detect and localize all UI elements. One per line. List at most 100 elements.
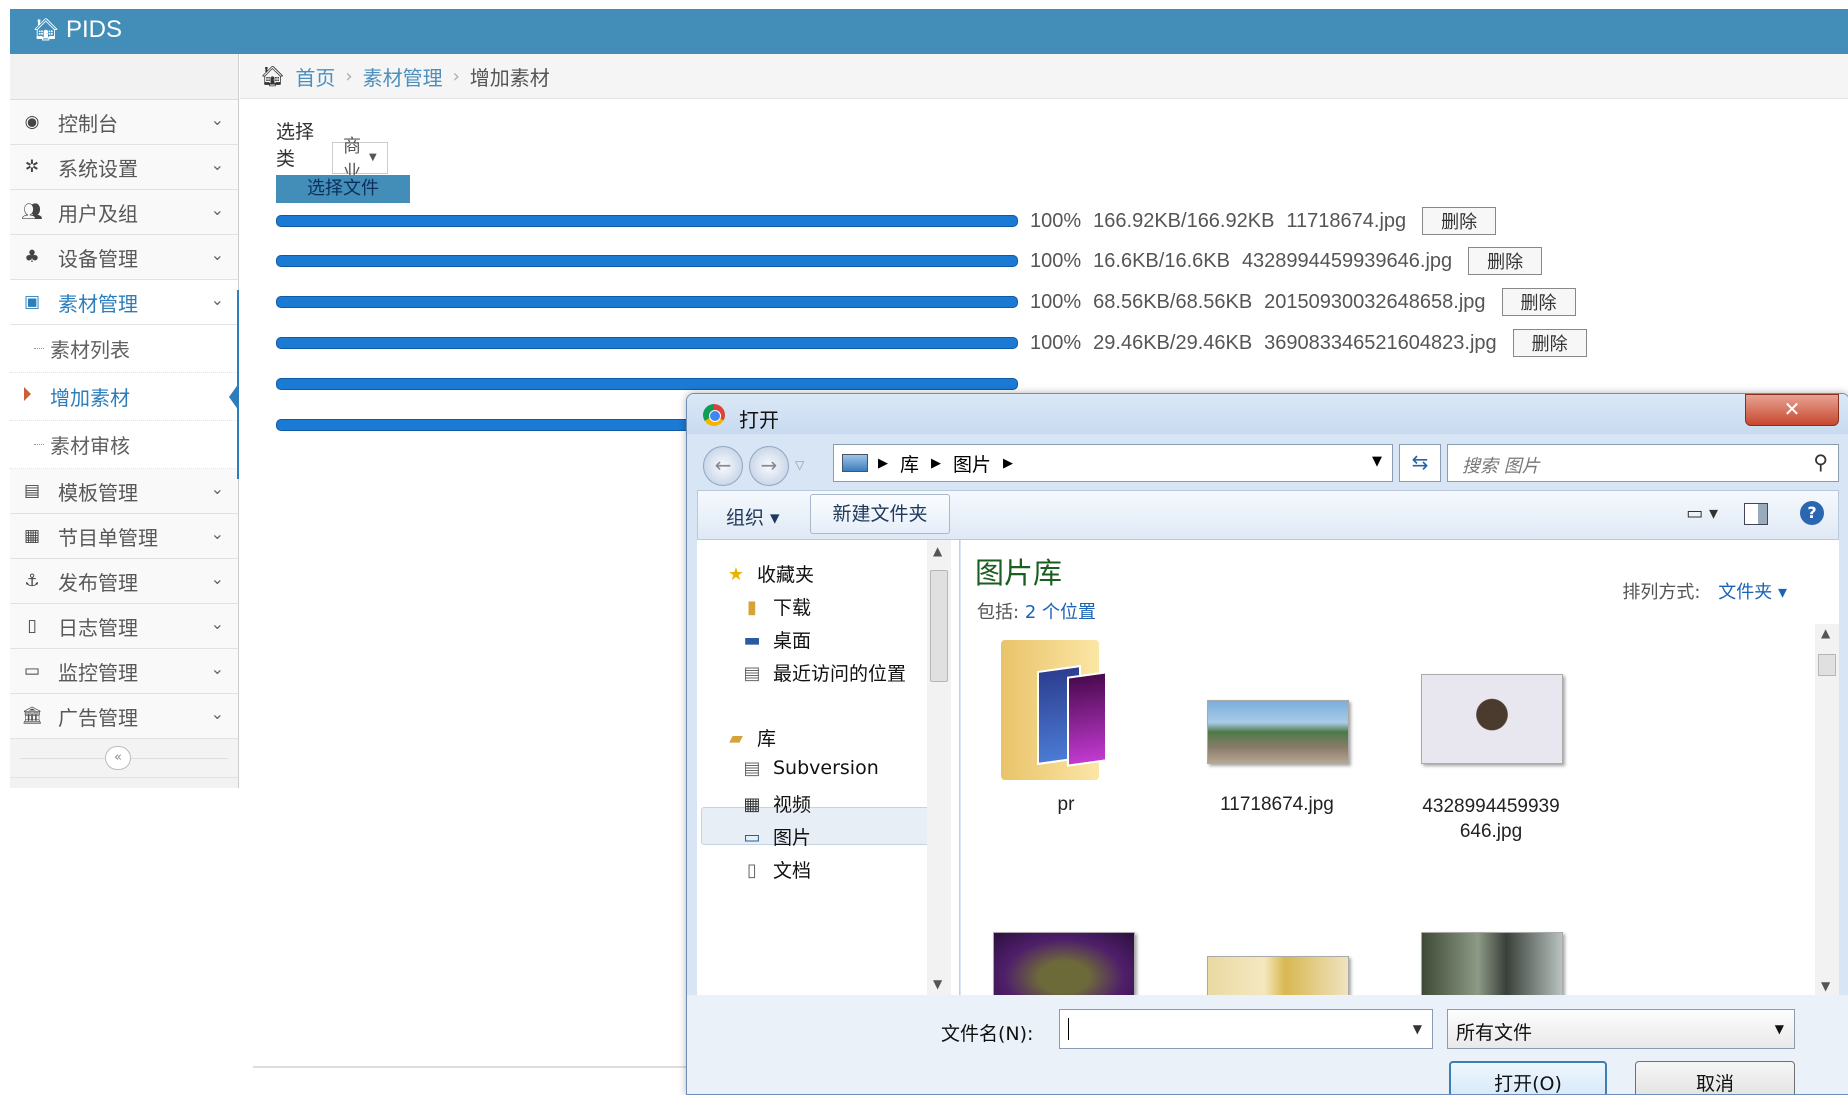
image-thumbnail[interactable]: [1207, 956, 1349, 997]
nav-downloads[interactable]: ▮ 下载: [741, 593, 811, 620]
includes-link[interactable]: 2 个位置: [1025, 602, 1096, 623]
upload-progress-bar: [276, 255, 1018, 267]
preview-pane-icon[interactable]: [1744, 503, 1768, 525]
view-options-icon[interactable]: ▭ ▾: [1686, 503, 1718, 524]
sidebar-item-label: 监控管理: [58, 660, 138, 685]
home-icon: 🏠︎: [32, 17, 60, 42]
breadcrumb-home[interactable]: 首页: [295, 62, 335, 91]
delete-button[interactable]: 删除: [1422, 207, 1497, 235]
upload-row: 100% 29.46KB/29.46KB 369083346521604823.jp…: [276, 323, 1587, 363]
nav-libraries[interactable]: ▰ 库: [725, 724, 776, 751]
upload-size: 166.92KB/166.92KB: [1093, 209, 1275, 232]
dropdown-arrow-icon[interactable]: ▼: [1372, 454, 1382, 469]
app-title: PIDS: [65, 16, 122, 43]
address-crumb[interactable]: 库: [900, 450, 919, 477]
close-button[interactable]: ✕: [1745, 394, 1839, 426]
chevron-down-icon: ⌄: [210, 290, 224, 309]
address-row: ← → ▽ ▶ 库 ▶ 图片 ▶ ▼ ⇆ 搜索 图片 ⚲: [687, 434, 1848, 490]
address-bar[interactable]: ▶ 库 ▶ 图片 ▶ ▼: [833, 444, 1393, 482]
upload-progress-bar: [276, 215, 1018, 227]
sidebar-item-templates[interactable]: ▤ 模板管理 ⌄: [10, 469, 238, 514]
refresh-button[interactable]: ⇆: [1399, 444, 1441, 482]
cog-icon: ✲: [24, 157, 40, 177]
scroll-up-icon[interactable]: ▲: [933, 544, 942, 558]
sidebar-subitem-media-list[interactable]: 素材列表: [10, 325, 238, 373]
search-input[interactable]: 搜索 图片 ⚲: [1447, 444, 1839, 482]
log-icon: ▯: [27, 616, 37, 636]
tree-dash: [34, 444, 44, 445]
delete-button[interactable]: 删除: [1501, 288, 1576, 316]
selected-node-highlight: [701, 807, 933, 845]
sidebar-subitem-label: 增加素材: [50, 386, 130, 410]
nav-favorites[interactable]: ★ 收藏夹: [725, 560, 814, 587]
sidebar-item-monitor[interactable]: ▭ 监控管理 ⌄: [10, 649, 238, 694]
help-icon[interactable]: ?: [1800, 501, 1824, 525]
chevron-down-icon: ⌄: [210, 524, 224, 543]
sidebar-collapse: «: [10, 739, 238, 778]
sidebar-subitem-media-review[interactable]: 素材审核: [10, 421, 238, 469]
organize-menu[interactable]: 组织 ▾: [726, 503, 780, 530]
scroll-thumb[interactable]: [1818, 654, 1836, 676]
filetype-value: 所有文件: [1456, 1022, 1533, 1044]
sidebar-item-users[interactable]: 👥︎ 用户及组 ⌄: [10, 190, 238, 235]
image-thumbnail[interactable]: [993, 932, 1135, 997]
address-crumb[interactable]: 图片: [953, 450, 991, 477]
chevron-down-icon: ⌄: [210, 110, 224, 129]
folder-icon: [1001, 640, 1107, 780]
upload-row: 100% 16.6KB/16.6KB 4328994459939646.jpg 删除: [276, 241, 1543, 281]
nav-desktop[interactable]: ▬ 桌面: [741, 626, 811, 653]
file-view-scrollbar[interactable]: ▲ ▼: [1815, 624, 1839, 995]
nav-videos[interactable]: ▦ 视频: [741, 790, 811, 817]
cancel-button[interactable]: 取消: [1635, 1061, 1795, 1094]
sidebar-item-publish[interactable]: ⚓︎ 发布管理 ⌄: [10, 559, 238, 604]
arrange-by-dropdown[interactable]: 文件夹 ▾: [1718, 582, 1787, 603]
file-view: 图片库 包括: 2 个位置 排列方式: 文件夹 ▾ pr 11718674.jp…: [961, 540, 1839, 997]
new-folder-button[interactable]: 新建文件夹: [810, 494, 950, 534]
brand[interactable]: 🏠︎ PIDS: [32, 16, 122, 44]
category-select[interactable]: 商业 ▼: [332, 136, 388, 183]
filetype-select[interactable]: 所有文件 ▼: [1447, 1009, 1795, 1049]
navigation-scrollbar[interactable]: ▲ ▼: [927, 540, 951, 995]
scroll-up-icon[interactable]: ▲: [1821, 626, 1830, 640]
sidebar-item-system-settings[interactable]: ✲ 系统设置 ⌄: [10, 145, 238, 190]
sidebar-item-programs[interactable]: ▦ 节目单管理 ⌄: [10, 514, 238, 559]
filename-input[interactable]: ▼: [1059, 1009, 1433, 1049]
sidebar-item-logs[interactable]: ▯ 日志管理 ⌄: [10, 604, 238, 649]
bank-icon: 🏛︎: [21, 706, 43, 726]
file-name-line: 4328994459939: [1422, 796, 1560, 817]
sidebar-item-devices[interactable]: ♣ 设备管理 ⌄: [10, 235, 238, 280]
nav-documents[interactable]: ▯ 文档: [741, 856, 811, 883]
back-button[interactable]: ←: [703, 446, 743, 486]
scroll-thumb[interactable]: [930, 570, 948, 682]
forward-button[interactable]: →: [749, 446, 789, 486]
history-dropdown-icon[interactable]: ▽: [795, 458, 804, 472]
nav-recent[interactable]: ▤ 最近访问的位置: [741, 659, 906, 686]
breadcrumb-section[interactable]: 素材管理: [363, 62, 443, 91]
top-navbar: 🏠︎ PIDS: [10, 9, 1848, 54]
delete-button[interactable]: 删除: [1512, 329, 1587, 357]
scroll-down-icon[interactable]: ▼: [1821, 979, 1830, 993]
chevron-down-icon: ⌄: [210, 155, 224, 174]
upload-info: 100% 16.6KB/16.6KB 4328994459939646.jpg: [1030, 250, 1464, 273]
sidebar-item-label: 节目单管理: [58, 525, 158, 550]
dialog-titlebar: 打开 ✕: [687, 394, 1848, 434]
upload-filename: 11718674.jpg: [1286, 209, 1407, 232]
choose-file-button[interactable]: 选择文件: [276, 175, 410, 203]
sidebar-item-ads[interactable]: 🏛︎ 广告管理 ⌄: [10, 694, 238, 739]
nav-subversion[interactable]: ▤ Subversion: [741, 757, 878, 779]
file-name: 4328994459939 646.jpg: [1401, 794, 1581, 844]
scroll-down-icon[interactable]: ▼: [933, 977, 942, 991]
film-icon: ▦: [23, 526, 41, 546]
sidebar-shortcuts: [10, 54, 238, 100]
open-button[interactable]: 打开(O): [1449, 1061, 1607, 1094]
delete-button[interactable]: 删除: [1468, 247, 1543, 275]
image-thumbnail[interactable]: [1421, 932, 1563, 997]
nav-pictures[interactable]: ▭ 图片: [741, 823, 811, 850]
sidebar-item-label: 系统设置: [58, 156, 138, 181]
sidebar-item-media[interactable]: ▣ 素材管理 ⌄: [10, 280, 238, 325]
sidebar-item-dashboard[interactable]: ◉ 控制台 ⌄: [10, 100, 238, 145]
collapse-sidebar-button[interactable]: «: [105, 746, 131, 770]
chevron-down-icon: ⌄: [210, 614, 224, 633]
sidebar-subitem-add-media[interactable]: 增加素材: [10, 373, 239, 421]
dropdown-arrow-icon[interactable]: ▼: [1413, 1022, 1422, 1036]
